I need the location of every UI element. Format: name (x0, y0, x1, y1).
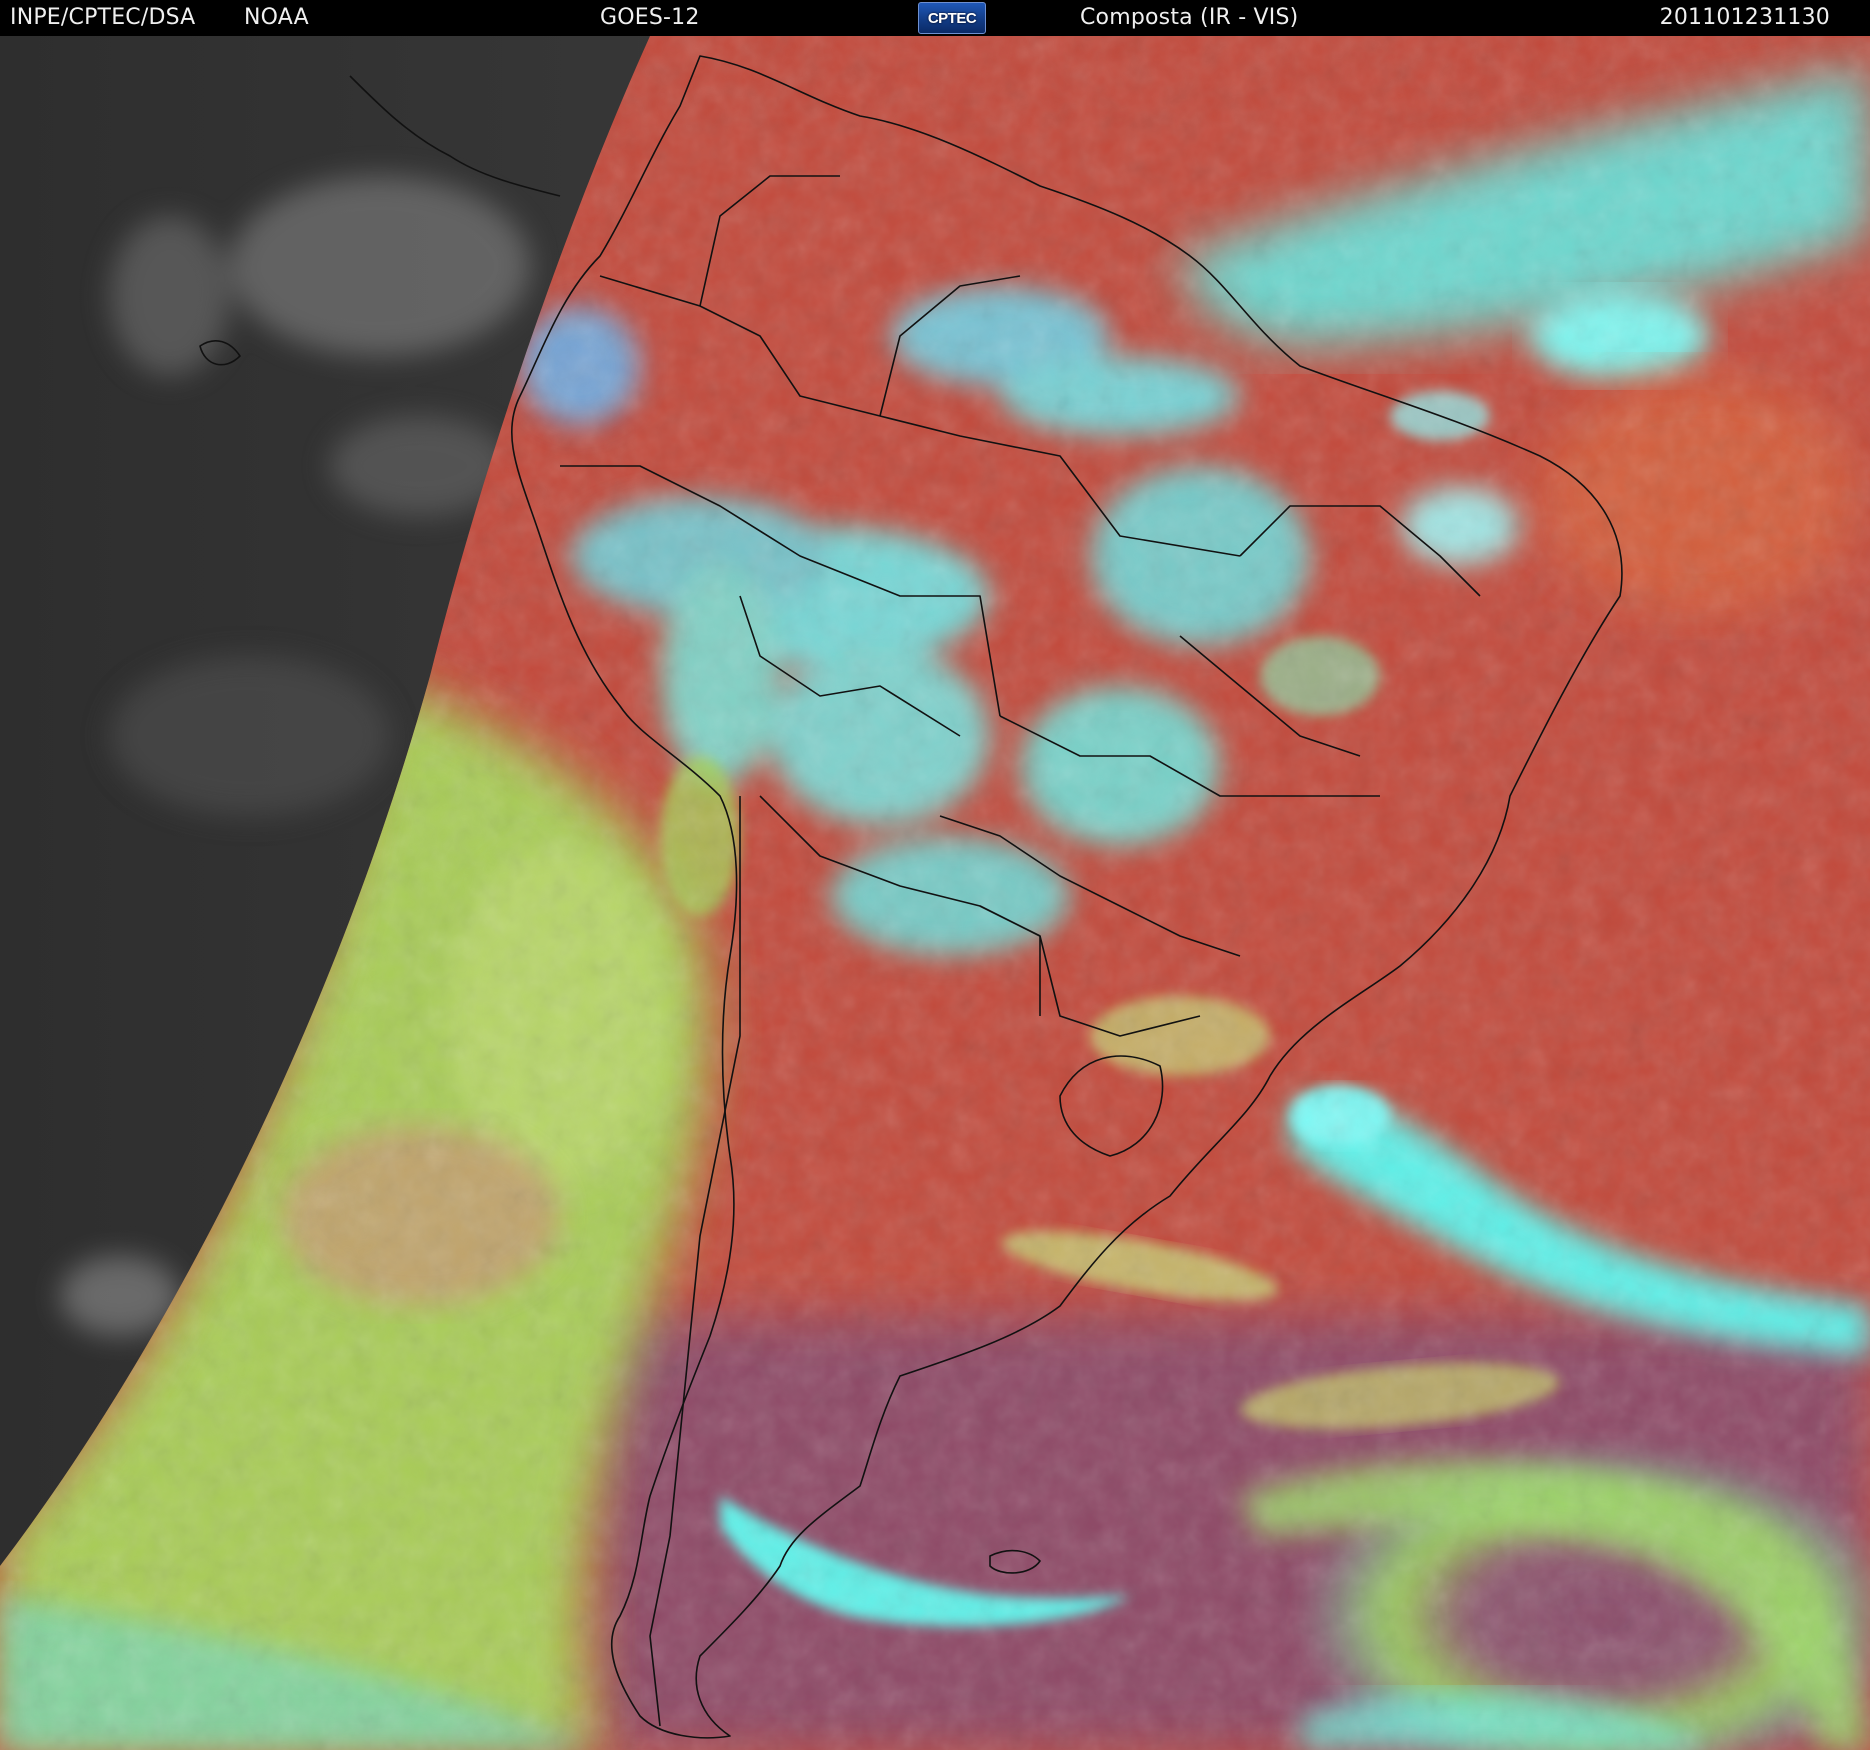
satellite-image (0, 36, 1870, 1750)
satellite-composite (0, 36, 1870, 1750)
agency-label: NOAA (244, 5, 309, 30)
satellite-label: GOES-12 (600, 5, 700, 30)
product-label: Composta (IR - VIS) (1080, 5, 1299, 30)
cptec-logo: CPTEC (918, 2, 986, 34)
org-label: INPE/CPTEC/DSA (10, 5, 196, 30)
image-header: INPE/CPTEC/DSA NOAA GOES-12 CPTEC Compos… (0, 0, 1870, 36)
timestamp-label: 201101231130 (1659, 5, 1830, 30)
